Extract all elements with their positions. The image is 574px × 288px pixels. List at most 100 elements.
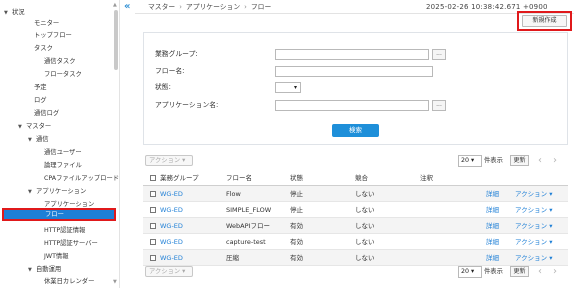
sidebar-item-application-group[interactable]: ▼ アプリケーション xyxy=(28,186,86,197)
flow-name-cell: Flow xyxy=(226,190,241,198)
sidebar-item-auto-ops[interactable]: ▼ 自動運用 xyxy=(28,264,61,275)
group-link[interactable]: WG-ED xyxy=(160,218,183,234)
column-header-status[interactable]: 状態 xyxy=(290,170,303,186)
per-page-select[interactable]: 20 ▾ xyxy=(458,155,482,167)
new-button[interactable]: 新規作成 xyxy=(522,15,567,27)
row-checkbox[interactable] xyxy=(150,223,156,229)
row-action-dropdown[interactable]: アクション ▾ xyxy=(515,234,553,250)
sidebar-item-jwt[interactable]: JWT情報 xyxy=(44,251,69,262)
sidebar-item-master[interactable]: ▼ マスター xyxy=(18,121,51,132)
column-header-note[interactable]: 注釈 xyxy=(420,170,433,186)
sidebar-item-comm[interactable]: ▼ 通信 xyxy=(28,134,49,145)
sidebar-item-task[interactable]: タスク xyxy=(34,43,53,54)
group-link[interactable]: WG-ED xyxy=(160,250,183,266)
search-button[interactable]: 検索 xyxy=(332,124,379,137)
app-name-input[interactable] xyxy=(275,100,429,111)
column-header-flow[interactable]: フロー名 xyxy=(226,170,252,186)
scroll-up-icon[interactable]: ▲ xyxy=(113,2,119,8)
row-checkbox[interactable] xyxy=(150,255,156,261)
status-cell: 停止 xyxy=(290,190,303,198)
select-all-checkbox[interactable] xyxy=(150,175,156,181)
prev-page-icon[interactable]: ‹ xyxy=(538,155,542,167)
status-cell: 有効 xyxy=(290,222,303,230)
row-action-dropdown[interactable]: アクション ▾ xyxy=(515,202,553,218)
sidebar-item-comm-log[interactable]: 通信ログ xyxy=(34,108,59,119)
group-link[interactable]: WG-ED xyxy=(160,186,183,202)
conflict-cell: しない xyxy=(355,190,375,198)
sidebar-scrollbar[interactable] xyxy=(114,10,118,70)
per-page-label: 件表示 xyxy=(484,157,503,164)
app-name-lookup-button[interactable]: ... xyxy=(432,100,446,111)
breadcrumb-item[interactable]: マスター xyxy=(148,3,175,11)
detail-link[interactable]: 詳細 xyxy=(486,250,499,266)
sidebar-item-label: 通信 xyxy=(36,136,49,143)
sidebar-item-http-auth[interactable]: HTTP認証情報 xyxy=(44,225,85,236)
flow-name-label: フロー名: xyxy=(155,67,185,75)
row-action-dropdown[interactable]: アクション ▾ xyxy=(515,250,553,266)
detail-link[interactable]: 詳細 xyxy=(486,218,499,234)
bulk-action-dropdown-bottom[interactable]: アクション ▾ xyxy=(145,266,193,277)
refresh-button[interactable]: 更新 xyxy=(510,155,529,166)
sidebar-item-label: アプリケーション xyxy=(36,188,87,195)
scroll-down-icon[interactable]: ▼ xyxy=(113,279,119,285)
sidebar-item-status[interactable]: ▼ 状況 xyxy=(4,7,25,18)
business-group-lookup-button[interactable]: ... xyxy=(432,49,446,60)
next-page-icon[interactable]: › xyxy=(553,266,557,278)
status-cell: 有効 xyxy=(290,254,303,262)
per-page-label: 件表示 xyxy=(484,268,503,275)
conflict-cell: しない xyxy=(355,222,375,230)
status-cell: 停止 xyxy=(290,206,303,214)
next-page-icon[interactable]: › xyxy=(553,155,557,167)
conflict-cell: しない xyxy=(355,238,375,246)
sidebar-item-cpa-upload[interactable]: CPAファイルアップロード xyxy=(44,173,119,184)
chevron-down-icon: ▼ xyxy=(28,189,32,195)
flow-name-cell: 圧縮 xyxy=(226,254,239,262)
sidebar-item-monitor[interactable]: モニター xyxy=(34,18,59,29)
row-checkbox[interactable] xyxy=(150,191,156,197)
group-link[interactable]: WG-ED xyxy=(160,202,183,218)
breadcrumb-current: フロー xyxy=(250,3,272,11)
flow-name-cell: WebAPIフロー xyxy=(226,222,270,230)
status-select[interactable]: ▾ xyxy=(275,82,301,93)
sidebar-item-label: 自動運用 xyxy=(36,266,62,273)
sidebar-item-label: マスター xyxy=(26,123,52,130)
breadcrumb-item[interactable]: アプリケーション xyxy=(186,3,240,11)
sidebar-item-top-flow[interactable]: トップフロー xyxy=(34,30,72,41)
sidebar-item-log[interactable]: ログ xyxy=(34,95,47,106)
chevron-down-icon: ▼ xyxy=(18,124,22,130)
prev-page-icon[interactable]: ‹ xyxy=(538,266,542,278)
sidebar-item-flow[interactable]: フロー xyxy=(2,208,116,221)
sidebar-item-label: フロー xyxy=(45,211,64,218)
detail-link[interactable]: 詳細 xyxy=(486,202,499,218)
sidebar-item-schedule[interactable]: 予定 xyxy=(34,82,47,93)
sidebar-item-http-auth-server[interactable]: HTTP認証サーバー xyxy=(44,238,98,249)
row-action-dropdown[interactable]: アクション ▾ xyxy=(515,218,553,234)
conflict-cell: しない xyxy=(355,254,375,262)
per-page-select-bottom[interactable]: 20 ▾ xyxy=(458,266,482,278)
row-action-dropdown[interactable]: アクション ▾ xyxy=(515,186,553,202)
chevron-down-icon: ▼ xyxy=(28,137,32,143)
business-group-input[interactable] xyxy=(275,49,429,60)
breadcrumb: マスター › アプリケーション › フロー xyxy=(148,2,271,12)
row-checkbox[interactable] xyxy=(150,239,156,245)
column-header-conflict[interactable]: 競合 xyxy=(355,170,368,186)
group-link[interactable]: WG-ED xyxy=(160,234,183,250)
app-name-label: アプリケーション名: xyxy=(155,101,219,109)
sidebar-item-comm-user[interactable]: 通信ユーザー xyxy=(44,147,82,158)
collapse-sidebar-icon[interactable]: « xyxy=(124,2,134,12)
sidebar-item-comm-task[interactable]: 通信タスク xyxy=(44,56,75,67)
column-header-group[interactable]: 業務グループ xyxy=(160,170,199,186)
detail-link[interactable]: 詳細 xyxy=(486,234,499,250)
sidebar-item-flow-task[interactable]: フロータスク xyxy=(44,69,82,80)
detail-link[interactable]: 詳細 xyxy=(486,186,499,202)
row-checkbox[interactable] xyxy=(150,207,156,213)
bulk-action-dropdown[interactable]: アクション ▾ xyxy=(145,155,193,166)
flow-name-cell: capture-test xyxy=(226,238,266,246)
chevron-down-icon: ▼ xyxy=(4,10,8,16)
business-group-label: 業務グループ: xyxy=(155,50,198,58)
sidebar-item-logical-file[interactable]: 論理ファイル xyxy=(44,160,82,171)
refresh-button-bottom[interactable]: 更新 xyxy=(510,266,529,277)
sidebar-item-holiday-calendar[interactable]: 休業日カレンダー xyxy=(44,276,94,287)
flow-name-input[interactable] xyxy=(275,66,433,77)
sidebar: ▼ 状況 モニター トップフロー タスク 通信タスク フロータスク 予定 ログ 通… xyxy=(0,0,120,288)
